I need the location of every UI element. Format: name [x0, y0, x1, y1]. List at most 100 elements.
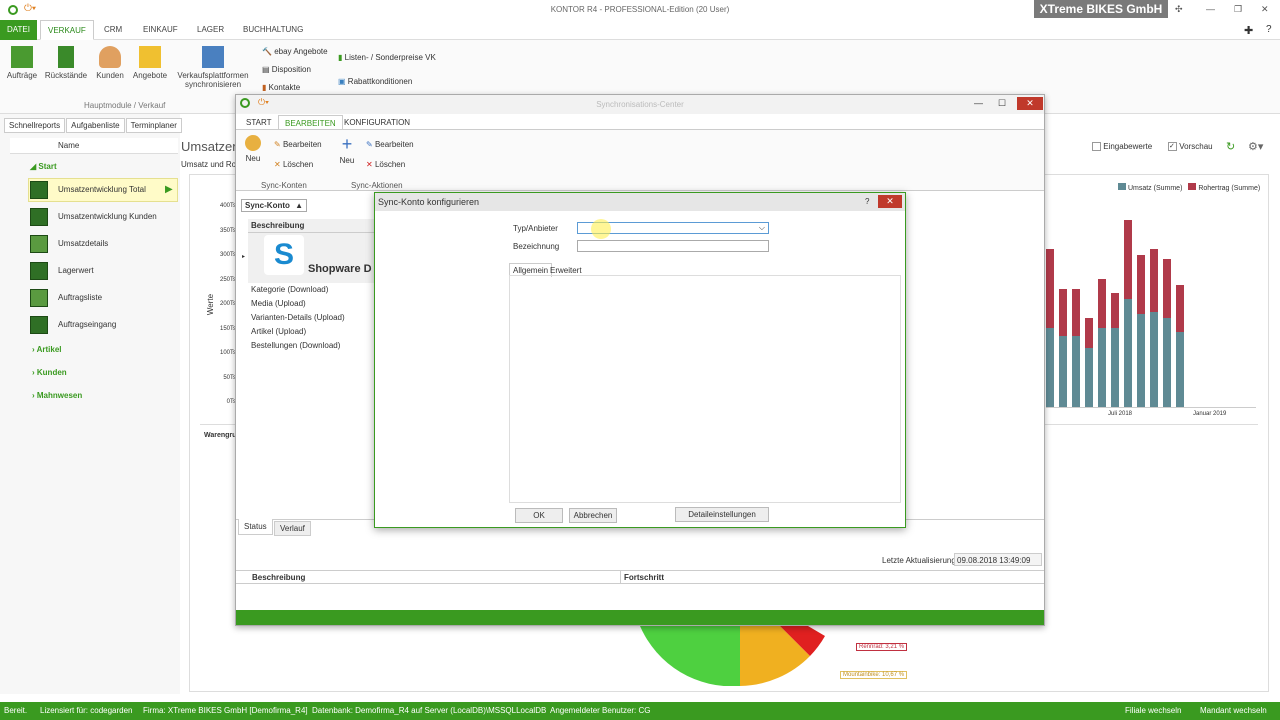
umsatz-bar — [1059, 336, 1067, 407]
section-artikel[interactable]: › Artikel — [32, 345, 62, 354]
sc-tab-start[interactable]: START — [242, 117, 275, 128]
kontakte-button[interactable]: ▮ Kontakte — [262, 83, 300, 92]
nav-item-umsatz-total[interactable]: Umsatzentwicklung Total — [58, 177, 208, 203]
tab-aufgabenliste[interactable]: Aufgabenliste — [66, 118, 125, 133]
nav-item-umsatzdetails[interactable]: Umsatzdetails — [58, 231, 208, 257]
filiale-wechseln-link[interactable]: Filiale wechseln — [1125, 702, 1181, 720]
rohertrag-bar — [1176, 284, 1184, 333]
play-icon[interactable]: ▶ — [165, 184, 173, 195]
section-artikel-label: Artikel — [36, 345, 62, 354]
aktion-edit-button[interactable]: ✎ Bearbeiten — [366, 140, 414, 149]
aktion-delete-button[interactable]: ✕ Löschen — [366, 160, 405, 169]
tab-terminplaner[interactable]: Terminplaner — [125, 118, 182, 133]
angebote-button[interactable]: Angebote — [130, 46, 170, 80]
section-mahnwesen[interactable]: › Mahnwesen — [32, 391, 82, 400]
eingabewerte-checkbox[interactable]: Eingabewerte — [1092, 142, 1152, 152]
nav-item-lagerwert[interactable]: Lagerwert — [58, 258, 208, 284]
tab-lager[interactable]: LAGER — [190, 20, 231, 40]
sc-tab-konfiguration[interactable]: KONFIGURATION — [342, 117, 412, 128]
sync-konto-dropdown[interactable]: Sync-Konto ▲ — [241, 199, 307, 212]
vorschau-checkbox[interactable]: ✓ Vorschau — [1168, 142, 1213, 152]
auftraege-button[interactable]: Aufträge — [4, 46, 40, 80]
sidebar-tabs: Schnellreports Aufgabenliste Terminplaner — [4, 118, 183, 133]
puzzle-icon[interactable]: ✚ — [1244, 24, 1253, 37]
umsatz-bar — [1046, 328, 1054, 407]
tab-verkauf[interactable]: VERKAUF — [40, 20, 94, 40]
nav-item-auftragsliste[interactable]: Auftragsliste — [58, 285, 208, 311]
page-subtitle: Umsatz und Ro — [181, 160, 237, 169]
discount-icon: ▣ — [338, 77, 346, 86]
sonderpreise-button[interactable]: ▮ Listen- / Sonderpreise VK — [338, 53, 436, 62]
help-icon[interactable]: ? — [1266, 24, 1272, 35]
tab-content-panel — [509, 275, 901, 503]
mandant-wechseln-link[interactable]: Mandant wechseln — [1200, 702, 1267, 720]
ribbon-group-label: Hauptmodule / Verkauf — [84, 101, 166, 110]
kunden-button[interactable]: Kunden — [92, 46, 128, 80]
ebay-button[interactable]: 🔨 ebay Angebote — [262, 47, 328, 56]
database-add-icon — [245, 135, 261, 151]
tab-datei[interactable]: DATEI — [0, 20, 37, 40]
tab-einkauf[interactable]: EINKAUF — [136, 20, 185, 40]
sync-center-titlebar: ⏻▾ Synchronisations-Center — ☐ ✕ — [236, 95, 1044, 114]
rohertrag-bar — [1150, 249, 1158, 313]
list-item[interactable]: Artikel (Upload) — [251, 325, 345, 339]
close-button[interactable]: ✕ — [1261, 4, 1269, 15]
section-start[interactable]: ◢ Start — [30, 162, 57, 171]
umsatz-bar — [1150, 312, 1158, 407]
details-button[interactable]: Detaileinstellungen — [675, 507, 769, 522]
page-title: Umsatzent — [181, 139, 244, 154]
rueckstaende-label: Rückstände — [44, 71, 88, 80]
konto-delete-button[interactable]: ✕ Löschen — [274, 160, 313, 169]
y-axis-label: Werte — [206, 293, 216, 316]
tab-buchhaltung[interactable]: BUCHHALTUNG — [236, 20, 310, 40]
tab-status[interactable]: Status — [238, 519, 273, 535]
konto-delete-label: Löschen — [282, 160, 314, 169]
aktion-new-button[interactable]: + Neu — [338, 135, 356, 165]
list-item[interactable]: Kategorie (Download) — [251, 283, 345, 297]
aktion-new-label: Neu — [339, 156, 355, 165]
sum-table-icon — [30, 289, 48, 307]
vorschau-label: Vorschau — [1179, 142, 1213, 151]
list-item[interactable]: Media (Upload) — [251, 297, 345, 311]
name-field[interactable] — [577, 240, 769, 252]
minimize-button[interactable]: — — [974, 98, 983, 108]
chevron-down-icon: ⌵ — [758, 223, 765, 232]
edit-icon: ✎ — [366, 140, 373, 149]
expand-icon[interactable]: ▸ — [242, 253, 245, 260]
cancel-button[interactable]: Abbrechen — [569, 508, 617, 523]
konto-new-button[interactable]: Neu — [244, 135, 262, 163]
section-kunden[interactable]: › Kunden — [32, 368, 67, 377]
refresh-icon[interactable]: ↻ — [1226, 140, 1235, 153]
help-icon[interactable]: ? — [865, 197, 869, 206]
tab-crm[interactable]: CRM — [97, 20, 129, 40]
minimize-button[interactable]: — — [1206, 4, 1215, 14]
maximize-button[interactable]: ☐ — [998, 98, 1006, 109]
cursor-highlight — [591, 219, 611, 239]
tab-verlauf[interactable]: Verlauf — [274, 521, 311, 536]
disposition-button[interactable]: ▤ Disposition — [262, 65, 311, 74]
list-item[interactable]: Varianten-Details (Upload) — [251, 311, 345, 325]
gear-icon[interactable]: ⚙▾ — [1248, 140, 1263, 153]
account-row[interactable]: S Shopware D — [248, 233, 376, 283]
list-item[interactable]: Bestellungen (Download) — [251, 339, 345, 353]
x-tick-juli: Juli 2018 — [1108, 411, 1133, 417]
rabatt-button[interactable]: ▣ Rabattkonditionen — [338, 77, 412, 86]
kontakte-label: Kontakte — [268, 83, 301, 92]
konto-edit-button[interactable]: ✎ Bearbeiten — [274, 140, 322, 149]
list-icon: ▤ — [262, 65, 270, 74]
company-brand: XTreme BIKES GmbH — [1034, 0, 1168, 18]
ok-button[interactable]: OK — [515, 508, 563, 523]
close-button[interactable]: ✕ — [1017, 97, 1043, 110]
status-license: Lizensiert für: codegarden — [40, 706, 133, 715]
y-tick: 100Ts — [219, 350, 236, 356]
x-tick-januar: Januar 2019 — [1193, 411, 1227, 417]
tab-schnellreports[interactable]: Schnellreports — [4, 118, 66, 133]
restore-button[interactable]: ❐ — [1234, 4, 1242, 15]
nav-item-umsatz-kunden[interactable]: Umsatzentwicklung Kunden — [58, 204, 208, 230]
nav-item-auftragseingang[interactable]: Auftragseingang — [58, 312, 208, 338]
sync-platforms-button[interactable]: Verkaufsplattformen synchronisieren — [174, 46, 252, 89]
close-button[interactable]: ✕ — [878, 195, 902, 208]
pin-icon[interactable]: ✣ — [1175, 4, 1183, 15]
rueckstaende-button[interactable]: Rückstände — [44, 46, 88, 80]
sync-platform-icon — [202, 46, 224, 68]
